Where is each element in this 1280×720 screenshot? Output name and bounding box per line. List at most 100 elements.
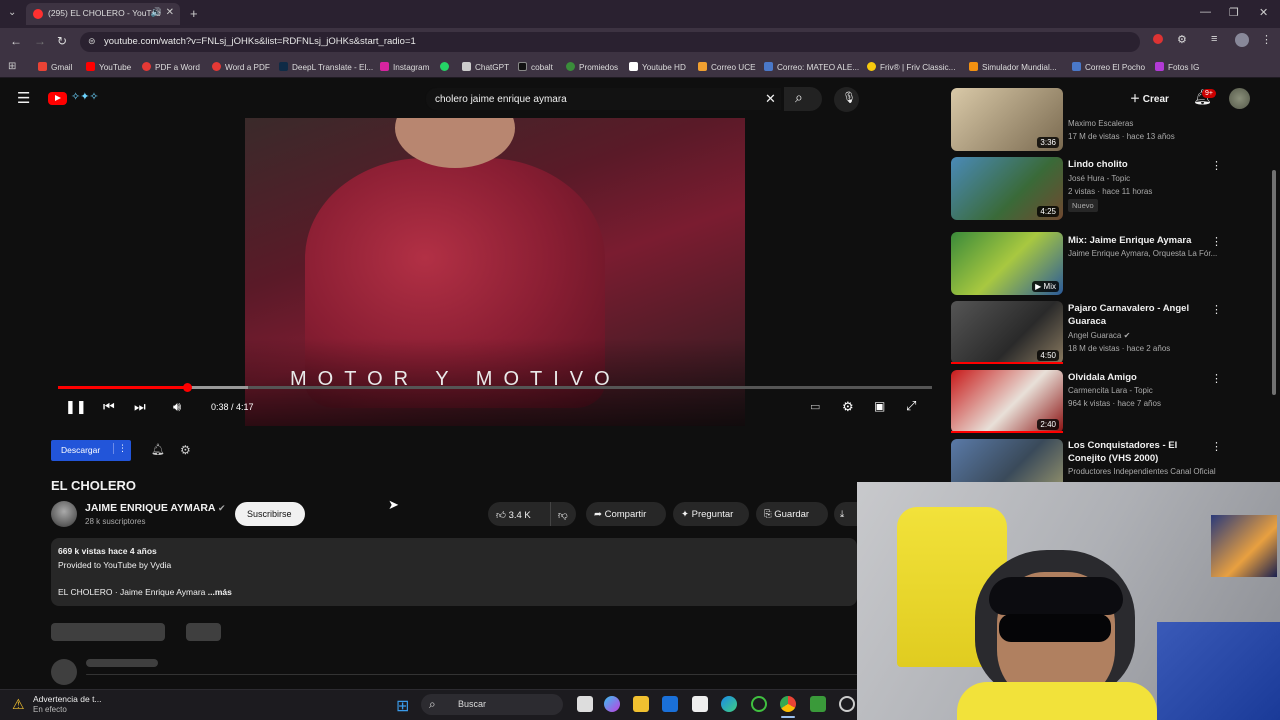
download-video-button[interactable]: ⤓ xyxy=(834,502,857,526)
more-actions-icon[interactable]: ⋮ xyxy=(1211,372,1222,385)
widget-title[interactable]: Advertencia de t... xyxy=(33,694,102,704)
extension-gear-icon[interactable]: ⚙ xyxy=(180,443,191,457)
bookmark-promiedos[interactable]: Promiedos xyxy=(566,62,618,72)
doodle-logo-icon[interactable]: ✧✦✧ xyxy=(71,90,99,103)
search-button[interactable]: ⌕ xyxy=(784,87,822,111)
reload-icon[interactable]: ↻ xyxy=(57,34,67,48)
recommendation-thumbnail[interactable] xyxy=(951,439,1063,483)
download-options-icon[interactable]: ⋮ xyxy=(113,443,127,454)
recommendation-thumbnail[interactable]: ▶︎ Mix xyxy=(951,232,1063,295)
windows-start-icon[interactable]: ⊞ xyxy=(396,696,409,716)
close-tab-icon[interactable]: ✕ xyxy=(166,7,174,18)
recommendation-channel[interactable]: Angel Guaraca ✔ xyxy=(1068,331,1218,340)
browser-tab[interactable]: (295) EL CHOLERO - YouTub 🔊 ✕ xyxy=(26,3,180,25)
recommendation-title[interactable]: Olvidala Amigo xyxy=(1068,371,1208,384)
bookmark-youtube[interactable]: YouTube xyxy=(86,62,131,72)
more-actions-icon[interactable]: ⋮ xyxy=(1211,303,1222,316)
show-more-link[interactable]: ...más xyxy=(208,587,232,597)
bookmark-deepl[interactable]: DeepL Translate - El... xyxy=(279,62,373,72)
media-icon[interactable]: ≡ xyxy=(1211,33,1217,45)
back-icon[interactable]: ← xyxy=(10,34,22,48)
ask-button[interactable]: ✦ Preguntar xyxy=(673,502,749,526)
file-explorer-icon[interactable] xyxy=(633,696,649,712)
like-button[interactable]: 👍︎ 3.4 K xyxy=(488,502,550,526)
upwork-icon[interactable] xyxy=(751,696,767,712)
edge-icon[interactable] xyxy=(721,696,737,712)
chrome-icon[interactable] xyxy=(780,696,796,712)
download-button[interactable]: Descargar ⋮ xyxy=(51,440,131,461)
bookmark-pdf-a-word[interactable]: PDF a Word xyxy=(142,62,200,72)
site-info-icon[interactable]: ⊜ xyxy=(88,36,96,47)
recommendation-title[interactable]: Pajaro Carnavalero - Angel Guaraca xyxy=(1068,302,1208,328)
speaker-icon[interactable]: 🔊 xyxy=(151,7,162,18)
recommendation-thumbnail[interactable]: 4:50 xyxy=(951,301,1063,364)
bookmark-gmail[interactable]: Gmail xyxy=(38,62,72,72)
next-icon[interactable]: ⏭ xyxy=(134,399,146,415)
recommendation-channel[interactable]: Jaime Enrique Aymara, Orquesta La Fór... xyxy=(1068,249,1218,258)
url-field[interactable]: ⊜ youtube.com/watch?v=FNLsj_jOHKs&list=R… xyxy=(80,32,1140,52)
bookmark-correo-uce[interactable]: Correo UCE xyxy=(698,62,756,72)
extensions-puzzle-icon[interactable]: ⚙ xyxy=(1177,33,1187,46)
dislike-button[interactable]: 👎︎ xyxy=(550,502,576,526)
miniplayer-icon[interactable]: ▣ xyxy=(874,399,885,413)
recommendation-channel[interactable]: Productores Independientes Canal Oficial xyxy=(1068,467,1218,476)
more-actions-icon[interactable]: ⋮ xyxy=(1211,159,1222,172)
recommendation-channel[interactable]: José Hura - Topic xyxy=(1068,174,1218,183)
more-actions-icon[interactable]: ⋮ xyxy=(1211,235,1222,248)
recommendation-channel[interactable]: Maximo Escaleras xyxy=(1068,119,1218,128)
bookmark-chatgpt[interactable]: ChatGPT xyxy=(462,62,509,72)
pause-icon[interactable]: ❚❚ xyxy=(65,399,87,415)
recommendation-title[interactable]: Los Conquistadores - El Conejito (VHS 20… xyxy=(1068,439,1208,465)
bookmark-simulador[interactable]: Simulador Mundial... xyxy=(969,62,1057,72)
new-tab-icon[interactable]: + xyxy=(190,6,198,21)
bookmark-word-a-pdf[interactable]: Word a PDF xyxy=(212,62,270,72)
recommendation-thumbnail[interactable]: 3:36 xyxy=(951,88,1063,151)
browser-menu-icon[interactable]: ⋮ xyxy=(1261,33,1272,46)
settings-gear-icon[interactable]: ⚙ xyxy=(842,399,854,415)
subscribe-button[interactable]: Suscribirse xyxy=(235,502,305,526)
captions-icon[interactable]: ▭ xyxy=(810,400,820,413)
bookmark-whatsapp[interactable] xyxy=(440,62,453,72)
outlook-icon[interactable] xyxy=(662,696,678,712)
close-window-icon[interactable]: ✕ xyxy=(1259,6,1268,19)
share-button[interactable]: ➦ Compartir xyxy=(586,502,666,526)
recommendation-title[interactable]: Lindo cholito xyxy=(1068,158,1208,171)
taskbar-search[interactable]: ⌕ Buscar xyxy=(421,694,563,715)
more-actions-icon[interactable]: ⋮ xyxy=(1211,440,1222,453)
restore-icon[interactable]: ❐ xyxy=(1229,6,1239,19)
hamburger-menu-icon[interactable]: ☰ xyxy=(17,89,30,107)
bookmark-friv[interactable]: Friv® | Friv Classic... xyxy=(867,62,955,72)
bell-plus-icon[interactable]: 🔔︎ xyxy=(151,443,165,456)
account-avatar[interactable] xyxy=(1229,88,1250,109)
forward-icon[interactable]: → xyxy=(34,34,46,48)
tab-list-icon[interactable]: ⌄ xyxy=(8,7,16,18)
fullscreen-icon[interactable]: ⤢ xyxy=(906,398,916,414)
copilot-icon[interactable] xyxy=(604,696,620,712)
bookmark-correo-el-pocho[interactable]: Correo El Pocho xyxy=(1072,62,1145,72)
previous-icon[interactable]: ⏮ xyxy=(103,399,115,415)
search-input[interactable]: cholero jaime enrique aymara ✕ xyxy=(425,87,782,111)
bookmark-correo-mateo[interactable]: Correo: MATEO ALE... xyxy=(764,62,859,72)
youtube-logo-icon[interactable] xyxy=(48,92,67,105)
recommendation-thumbnail[interactable]: 2:40 xyxy=(951,370,1063,433)
progress-scrubber[interactable] xyxy=(183,383,193,392)
create-button[interactable]: ＋ Crear xyxy=(1130,90,1169,105)
bookmark-fotos-ig[interactable]: Fotos IG xyxy=(1155,62,1199,72)
task-view-icon[interactable] xyxy=(577,696,593,712)
app-icon[interactable] xyxy=(839,696,855,712)
recommendation-channel[interactable]: Carmencita Lara - Topic xyxy=(1068,386,1218,395)
minecraft-icon[interactable] xyxy=(810,696,826,712)
recommendation-title[interactable]: Mix: Jaime Enrique Aymara xyxy=(1068,234,1208,247)
apps-grid-icon[interactable]: ⊞ xyxy=(8,61,16,72)
channel-name[interactable]: JAIME ENRIQUE AYMARA ✔ xyxy=(85,502,226,514)
profile-avatar[interactable] xyxy=(1235,33,1249,47)
channel-avatar[interactable] xyxy=(51,501,77,527)
bookmark-instagram[interactable]: Instagram xyxy=(380,62,429,72)
warning-icon[interactable]: ⚠ xyxy=(12,696,25,713)
voice-search-button[interactable]: 🎙︎ xyxy=(834,87,859,112)
save-button[interactable]: ⎘ Guardar xyxy=(756,502,828,526)
store-icon[interactable] xyxy=(692,696,708,712)
clear-search-icon[interactable]: ✕ xyxy=(765,91,776,107)
minimize-icon[interactable]: — xyxy=(1200,6,1211,18)
bookmark-cobalt[interactable]: cobalt xyxy=(518,62,553,72)
